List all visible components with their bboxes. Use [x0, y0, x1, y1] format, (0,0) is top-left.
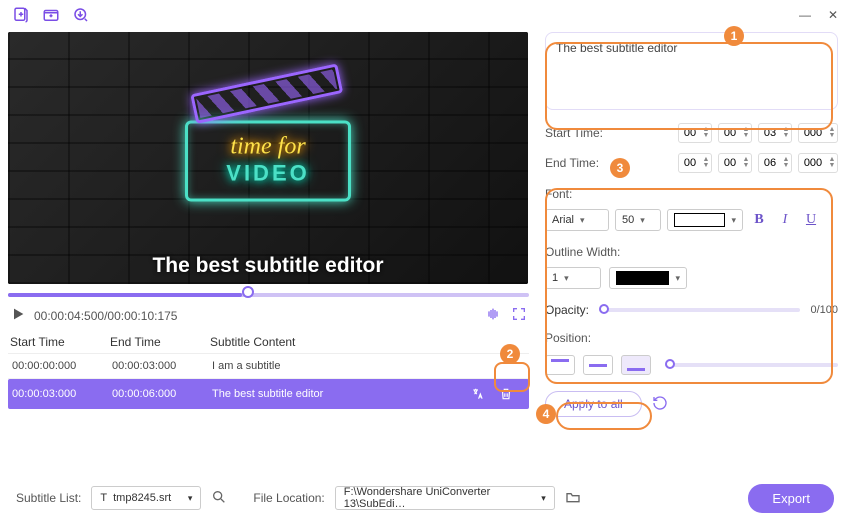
reset-icon[interactable] [652, 395, 668, 414]
title-bar: — ✕ [0, 0, 850, 30]
translate-icon[interactable] [469, 385, 487, 403]
outline-label: Outline Width: [545, 245, 838, 259]
opacity-value: 0/100 [810, 304, 838, 316]
file-location-label: File Location: [253, 491, 324, 505]
apply-to-all-button[interactable]: Apply to all [545, 391, 642, 417]
end-time-group: ▲▼ ▲▼ ▲▼ ▲▼ [678, 153, 838, 173]
table-row[interactable]: 00:00:00:000 00:00:03:000 I am a subtitl… [8, 354, 529, 379]
footer: Subtitle List: T tmp8245.srt▾ File Locat… [0, 468, 850, 528]
waveform-icon[interactable] [485, 306, 501, 325]
col-start: Start Time [10, 335, 96, 349]
play-button[interactable] [10, 306, 26, 325]
search-icon[interactable] [211, 489, 227, 508]
opacity-label: Opacity: [545, 303, 589, 317]
font-color-select[interactable]: ▾ [667, 209, 743, 231]
subtitle-overlay: The best subtitle editor [8, 254, 528, 278]
bold-button[interactable]: B [749, 210, 769, 230]
download-subtitle-icon[interactable] [70, 4, 92, 26]
file-location-select[interactable]: F:\Wondershare UniConverter 13\SubEdi…▾ [335, 486, 555, 510]
fullscreen-icon[interactable] [511, 306, 527, 325]
delete-icon[interactable] [497, 385, 515, 403]
font-size-select[interactable]: 50▾ [615, 209, 661, 231]
video-content: time for VIDEO [185, 84, 351, 201]
position-slider[interactable] [665, 363, 838, 367]
end-mm[interactable]: ▲▼ [718, 153, 752, 173]
start-time-label: Start Time: [545, 126, 617, 140]
underline-button[interactable]: U [801, 210, 821, 230]
close-button[interactable]: ✕ [822, 4, 844, 26]
start-time-group: ▲▼ ▲▼ ▲▼ ▲▼ [678, 123, 838, 143]
folder-icon[interactable] [565, 489, 581, 508]
add-file-icon[interactable] [10, 4, 32, 26]
subtitle-file-icon: T [100, 492, 107, 504]
subtitle-list-label: Subtitle List: [16, 491, 81, 505]
end-ss[interactable]: ▲▼ [758, 153, 792, 173]
start-mm[interactable]: ▲▼ [718, 123, 752, 143]
col-end: End Time [110, 335, 196, 349]
opacity-slider[interactable] [599, 308, 800, 312]
position-label: Position: [545, 331, 838, 345]
playback-time: 00:00:04:500/00:00:10:175 [34, 309, 177, 323]
outline-width-select[interactable]: 1▾ [545, 267, 601, 289]
italic-button[interactable]: I [775, 210, 795, 230]
end-ms[interactable]: ▲▼ [798, 153, 838, 173]
export-button[interactable]: Export [748, 484, 834, 513]
position-bottom-button[interactable] [621, 355, 651, 375]
start-ms[interactable]: ▲▼ [798, 123, 838, 143]
neon-text-2: VIDEO [202, 160, 334, 186]
end-time-label: End Time: [545, 156, 617, 170]
font-family-select[interactable]: Arial▾ [545, 209, 609, 231]
start-ss[interactable]: ▲▼ [758, 123, 792, 143]
outline-color-select[interactable]: ▾ [609, 267, 687, 289]
start-hh[interactable]: ▲▼ [678, 123, 712, 143]
timeline-slider[interactable] [8, 290, 529, 300]
neon-text-1: time for [202, 133, 334, 160]
position-top-button[interactable] [545, 355, 575, 375]
col-content: Subtitle Content [210, 335, 527, 349]
subtitle-text-input[interactable] [545, 32, 838, 110]
position-middle-button[interactable] [583, 355, 613, 375]
add-folder-icon[interactable] [40, 4, 62, 26]
table-row[interactable]: 00:00:03:000 00:00:06:000 The best subti… [8, 379, 529, 409]
end-hh[interactable]: ▲▼ [678, 153, 712, 173]
video-preview[interactable]: time for VIDEO The best subtitle editor [8, 32, 528, 284]
minimize-button[interactable]: — [794, 4, 816, 26]
subtitle-list-select[interactable]: T tmp8245.srt▾ [91, 486, 201, 510]
font-label: Font: [545, 187, 838, 201]
subtitle-table-header: Start Time End Time Subtitle Content [8, 331, 529, 354]
